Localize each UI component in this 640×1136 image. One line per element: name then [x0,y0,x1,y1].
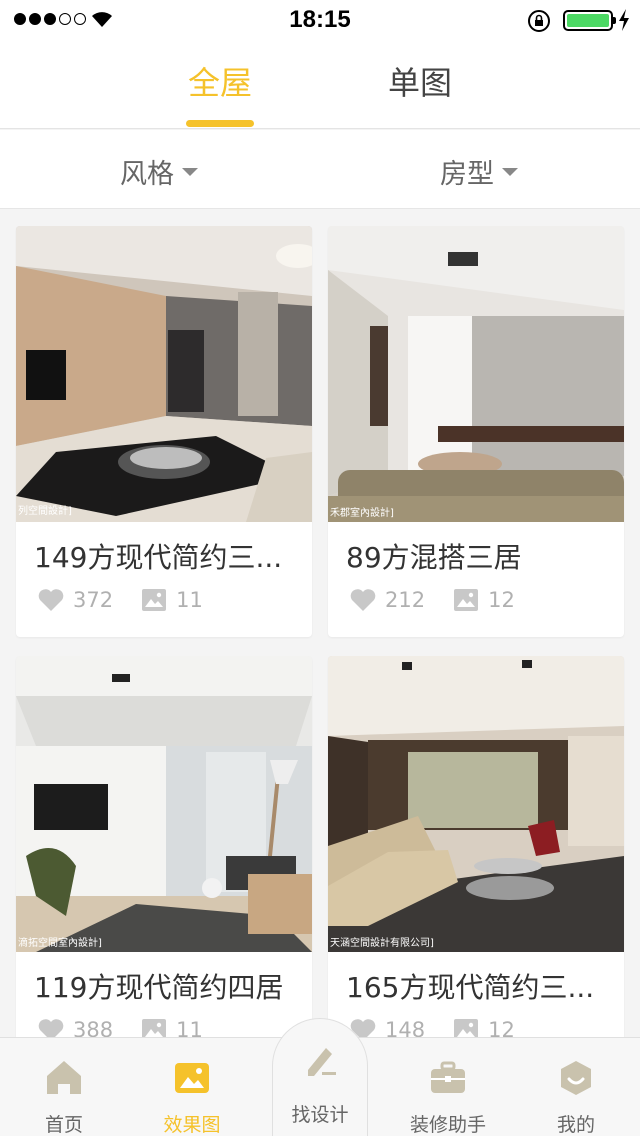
heart-icon [38,589,64,611]
nav-renovation-helper[interactable]: 装修助手 [393,1058,503,1136]
layout-filter-dropdown[interactable]: 房型 [440,152,518,191]
tab-whole-house[interactable]: 全屋 [150,58,290,104]
tab-single-image[interactable]: 单图 [350,58,490,104]
top-tab-bar: 全屋 单图 [0,40,640,129]
rotation-lock-icon [528,10,550,32]
nav-find-design-label: 找设计 [291,1104,349,1126]
photo-watermark: 滴拓空間室內設計] [18,936,102,949]
images-stat: 12 [453,588,515,612]
photo-watermark: 禾郡室內設計] [330,506,394,519]
filter-bar: 风格 房型 [0,130,640,209]
style-filter-dropdown[interactable]: 风格 [120,152,198,191]
heart-icon [350,589,376,611]
project-card[interactable]: 滴拓空間室內設計] 119方现代简约四居 388 11 [16,656,312,1076]
nav-find-design[interactable]: 找设计 [265,1040,375,1127]
project-stats: 372 11 [38,588,231,612]
project-photo[interactable]: 列空間設計] [16,226,312,522]
photo-watermark: 列空間設計] [18,504,72,517]
toolbox-icon [431,1061,465,1093]
caret-down-icon [182,167,198,176]
images-stat: 11 [141,588,203,612]
likes-count: 372 [73,588,114,612]
project-title[interactable]: 149方现代简约三... [34,536,300,576]
project-title[interactable]: 89方混搭三居 [346,536,612,576]
layout-filter-label: 房型 [440,159,494,190]
gallery-icon [175,1063,209,1093]
nav-home[interactable]: 首页 [9,1058,119,1136]
style-filter-label: 风格 [120,159,174,190]
project-photo[interactable]: 滴拓空間室內設計] [16,656,312,952]
active-tab-indicator [186,120,254,127]
likes-stat[interactable]: 372 [38,588,113,612]
project-card[interactable]: 列空間設計] 149方现代简约三... 372 11 [16,226,312,637]
caret-down-icon [502,167,518,176]
project-card[interactable]: 禾郡室內設計] 89方混搭三居 212 12 [328,226,624,637]
home-icon [47,1061,81,1094]
image-icon [454,589,479,611]
nav-gallery[interactable]: 效果图 [137,1058,247,1136]
images-count: 12 [488,588,515,612]
image-icon [142,589,167,611]
project-title[interactable]: 165方现代简约三... [346,966,612,1006]
project-card[interactable]: 天涵空間設計有限公司] 165方现代简约三... 148 12 [328,656,624,1076]
nav-renovation-helper-label: 装修助手 [409,1114,486,1136]
project-photo[interactable]: 天涵空間設計有限公司] [328,656,624,952]
nav-profile-label: 我的 [556,1114,595,1136]
nav-home-label: 首页 [44,1114,83,1136]
nav-profile[interactable]: 我的 [521,1058,631,1136]
project-photo[interactable]: 禾郡室內設計] [328,226,624,522]
project-title[interactable]: 119方现代简约四居 [34,966,300,1006]
charging-icon [619,9,629,31]
pen-icon [308,1048,336,1076]
profile-icon [561,1061,591,1095]
nav-gallery-label: 效果图 [163,1114,221,1136]
photo-watermark: 天涵空間設計有限公司] [330,936,434,949]
likes-stat[interactable]: 212 [350,588,425,612]
likes-count: 212 [385,588,426,612]
images-count: 11 [176,588,203,612]
status-bar: 18:15 [0,0,640,40]
project-stats: 212 12 [350,588,543,612]
battery-icon [563,10,616,31]
